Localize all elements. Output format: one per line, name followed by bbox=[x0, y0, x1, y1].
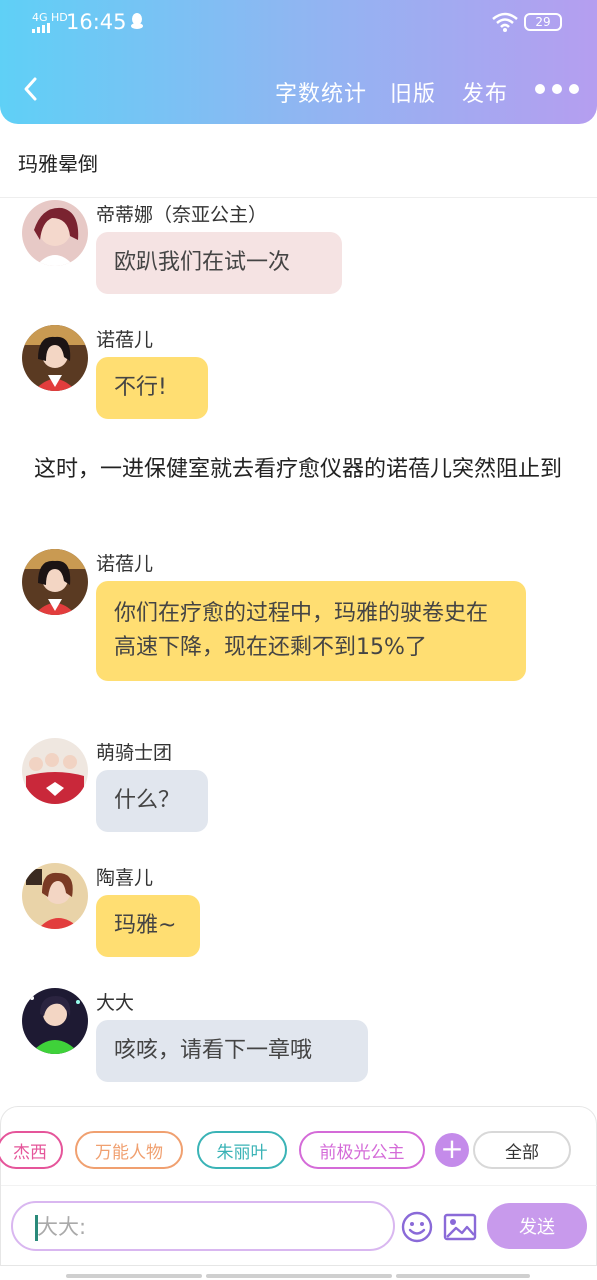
more-options-icon[interactable] bbox=[534, 82, 580, 96]
avatar[interactable] bbox=[22, 738, 88, 804]
sender-name: 帝蒂娜（奈亚公主） bbox=[96, 204, 268, 226]
avatar[interactable] bbox=[22, 200, 88, 266]
avatar[interactable] bbox=[22, 549, 88, 615]
narration-text[interactable]: 这时，一进保健室就去看疗愈仪器的诺蓓儿突然阻止到 bbox=[34, 454, 574, 486]
message-bubble[interactable]: 欧趴我们在试一次 bbox=[96, 232, 342, 294]
qq-icon bbox=[131, 13, 143, 29]
message-bubble[interactable]: 你们在疗愈的过程中，玛雅的驶卷史在高速下降，现在还剩不到15%了 bbox=[96, 581, 526, 681]
word-count-button[interactable]: 字数统计 bbox=[275, 76, 367, 108]
add-character-icon[interactable]: + bbox=[435, 1133, 469, 1167]
text-caret bbox=[35, 1215, 38, 1241]
nav-bar-segment bbox=[396, 1274, 530, 1278]
input-placeholder: 大大: bbox=[37, 1215, 87, 1239]
publish-button[interactable]: 发布 bbox=[462, 76, 508, 108]
message-bubble[interactable]: 什么？ bbox=[96, 770, 208, 832]
character-chip[interactable]: 杰西 bbox=[0, 1131, 63, 1169]
sender-name: 诺蓓儿 bbox=[96, 553, 154, 575]
battery-indicator: 29 bbox=[524, 13, 562, 31]
avatar[interactable] bbox=[22, 863, 88, 929]
wifi-icon bbox=[492, 12, 518, 32]
message-bubble[interactable]: 咳咳，请看下一章哦 bbox=[96, 1020, 368, 1082]
app-header: 4G HD 16:45 29 字数统计 旧版 发布 bbox=[0, 0, 597, 124]
sender-name: 陶喜儿 bbox=[96, 867, 154, 889]
character-chip[interactable]: 万能人物 bbox=[75, 1131, 183, 1169]
back-arrow-icon[interactable] bbox=[20, 76, 42, 102]
nav-bar-segment bbox=[66, 1274, 202, 1278]
sender-name: 萌骑士团 bbox=[96, 742, 173, 764]
divider bbox=[1, 1185, 597, 1186]
message-bubble[interactable]: 不行! bbox=[96, 357, 208, 419]
chapter-title[interactable]: 玛雅晕倒 bbox=[0, 124, 597, 198]
avatar[interactable] bbox=[22, 988, 88, 1054]
all-characters-button[interactable]: 全部 bbox=[473, 1131, 571, 1169]
send-button[interactable]: 发送 bbox=[487, 1203, 587, 1249]
image-icon[interactable] bbox=[443, 1213, 477, 1241]
avatar[interactable] bbox=[22, 325, 88, 391]
nav-bar-segment bbox=[206, 1274, 392, 1278]
character-chip[interactable]: 朱丽叶 bbox=[197, 1131, 287, 1169]
character-chip[interactable]: 前极光公主 bbox=[299, 1131, 425, 1169]
network-type: 4G HD bbox=[32, 11, 68, 24]
emoji-icon[interactable] bbox=[401, 1211, 433, 1243]
sender-name: 诺蓓儿 bbox=[96, 329, 154, 351]
status-time: 16:45 bbox=[66, 10, 127, 34]
composer-panel: 杰西 万能人物 朱丽叶 前极光公主 + 全部 大大: 发送 bbox=[0, 1106, 597, 1266]
message-bubble[interactable]: 玛雅~ bbox=[96, 895, 200, 957]
old-version-button[interactable]: 旧版 bbox=[390, 76, 436, 108]
signal-icon: 4G HD bbox=[32, 12, 68, 35]
message-input[interactable]: 大大: bbox=[11, 1201, 395, 1251]
sender-name: 大大 bbox=[96, 992, 135, 1014]
